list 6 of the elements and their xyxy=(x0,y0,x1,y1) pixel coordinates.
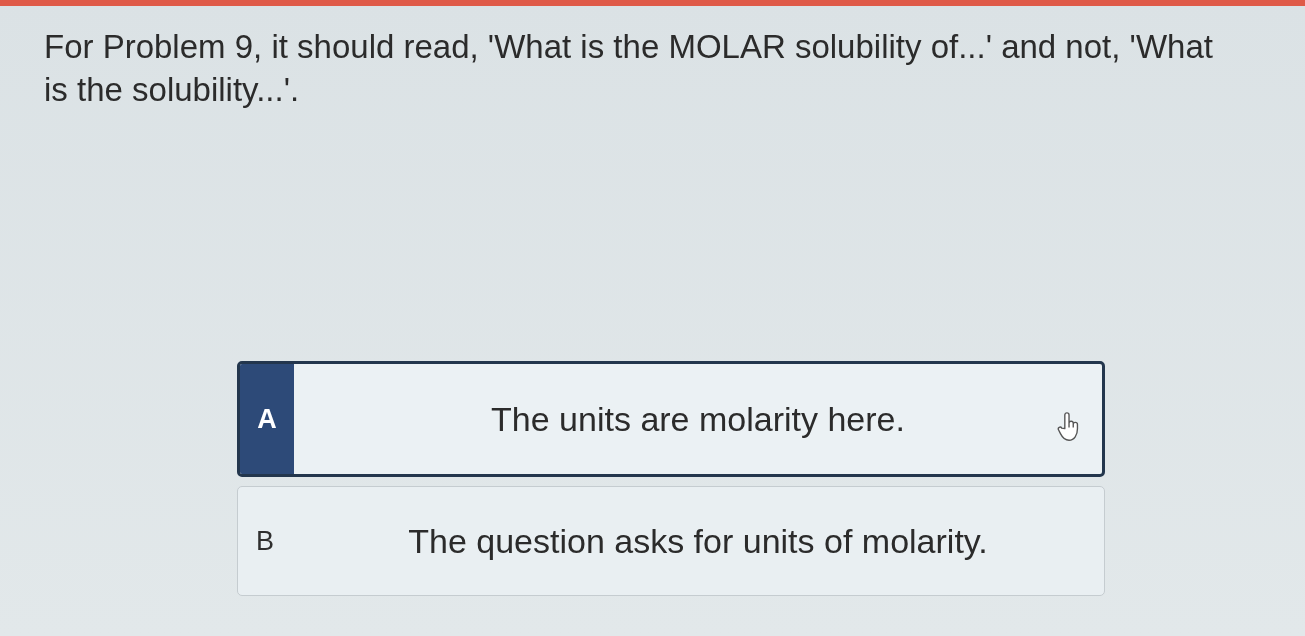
answer-option[interactable]: B The question asks for units of molarity. xyxy=(237,486,1105,596)
option-letter: A xyxy=(240,364,294,474)
answer-option[interactable]: A The units are molarity here. xyxy=(237,361,1105,477)
problem-note: For Problem 9, it should read, 'What is the MOLAR solubility of...' and not, 'What is the solubility...'. xyxy=(43,27,1214,110)
hand-pointer-icon xyxy=(1057,410,1080,442)
option-letter: B xyxy=(255,524,275,558)
